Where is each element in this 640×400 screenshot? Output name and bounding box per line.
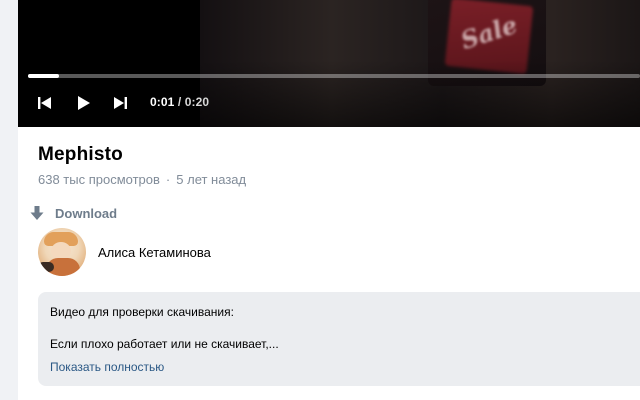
time-separator: / xyxy=(177,95,182,109)
play-icon xyxy=(78,96,90,110)
current-time: 0:01 xyxy=(150,95,175,109)
time-display: 0:01 / 0:20 xyxy=(150,95,209,109)
description-box: Видео для проверки скачивания: Если плох… xyxy=(38,292,640,386)
skip-previous-icon xyxy=(38,97,51,109)
previous-button[interactable] xyxy=(36,94,54,112)
video-player[interactable]: Sale 0:01 / 0:20 xyxy=(18,0,640,127)
description-line: Если плохо работает или не скачивает,... xyxy=(50,337,279,351)
meta-separator: · xyxy=(165,172,171,187)
play-button[interactable] xyxy=(74,94,92,112)
page-gutter xyxy=(0,0,18,400)
download-link[interactable]: Download xyxy=(30,204,117,222)
skip-next-icon xyxy=(114,97,127,109)
posted-date: 5 лет назад xyxy=(176,172,247,187)
download-label: Download xyxy=(55,205,118,221)
avatar-hat xyxy=(38,262,54,272)
arrow-down-icon xyxy=(30,206,44,220)
description-line: Видео для проверки скачивания: xyxy=(50,305,234,319)
next-button[interactable] xyxy=(111,94,129,112)
video-card: Sale 0:01 / 0:20 Mephisto 638 тыс просмо… xyxy=(18,0,640,400)
author-name[interactable]: Алиса Кетаминова xyxy=(98,245,211,260)
video-title: Mephisto xyxy=(38,144,123,165)
view-count: 638 тыс просмотров xyxy=(38,172,160,187)
show-more-link[interactable]: Показать полностью xyxy=(50,360,164,374)
video-meta: 638 тыс просмотров · 5 лет назад xyxy=(38,172,246,187)
author-link[interactable]: Алиса Кетаминова xyxy=(38,228,211,276)
duration: 0:20 xyxy=(184,95,210,109)
avatar[interactable] xyxy=(38,228,86,276)
progress-bar-fill xyxy=(28,74,59,78)
progress-bar[interactable] xyxy=(28,74,640,78)
